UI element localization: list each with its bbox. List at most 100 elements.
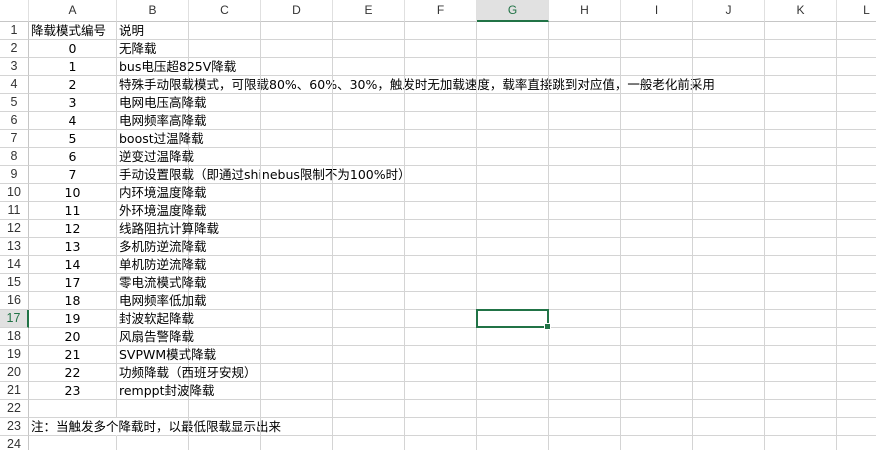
cell-e[interactable] xyxy=(333,238,405,256)
cell-b[interactable] xyxy=(117,400,189,418)
cell-k[interactable] xyxy=(765,184,837,202)
cell-h[interactable] xyxy=(549,400,621,418)
cell-j[interactable] xyxy=(693,202,765,220)
cell-g[interactable] xyxy=(477,256,549,274)
cell-c[interactable] xyxy=(189,184,261,202)
cell-a[interactable]: 20 xyxy=(29,328,117,346)
cell-i[interactable] xyxy=(621,382,693,400)
cell-a[interactable]: 17 xyxy=(29,274,117,292)
cell-l[interactable] xyxy=(837,256,876,274)
cell-b[interactable]: 内环境温度降载 xyxy=(117,184,207,202)
cell-d[interactable] xyxy=(261,22,333,40)
cell-h[interactable] xyxy=(549,436,621,450)
cell-g[interactable] xyxy=(477,220,549,238)
cell-b[interactable]: 多机防逆流降载 xyxy=(117,238,207,256)
cell-l[interactable] xyxy=(837,202,876,220)
cell-e[interactable] xyxy=(333,292,405,310)
cell-j[interactable] xyxy=(693,436,765,450)
cell-g[interactable] xyxy=(477,184,549,202)
row-header[interactable]: 10 xyxy=(0,184,29,202)
cell-k[interactable] xyxy=(765,364,837,382)
cell-l[interactable] xyxy=(837,238,876,256)
cell-b[interactable]: boost过温降载 xyxy=(117,130,204,148)
cell-b[interactable] xyxy=(117,418,189,436)
cell-k[interactable] xyxy=(765,58,837,76)
cell-k[interactable] xyxy=(765,274,837,292)
cell-d[interactable] xyxy=(261,94,333,112)
cell-i[interactable] xyxy=(621,76,693,94)
column-header-b[interactable]: B xyxy=(117,0,189,22)
cell-g[interactable] xyxy=(477,436,549,450)
cell-c[interactable] xyxy=(189,346,261,364)
cell-e[interactable] xyxy=(333,382,405,400)
cell-i[interactable] xyxy=(621,274,693,292)
cell-l[interactable] xyxy=(837,346,876,364)
cell-j[interactable] xyxy=(693,130,765,148)
row-header[interactable]: 24 xyxy=(0,436,29,450)
cell-i[interactable] xyxy=(621,148,693,166)
cell-c[interactable] xyxy=(189,166,261,184)
row-header[interactable]: 8 xyxy=(0,148,29,166)
cell-g[interactable] xyxy=(477,76,549,94)
cell-b[interactable]: 逆变过温降载 xyxy=(117,148,194,166)
cell-l[interactable] xyxy=(837,328,876,346)
row-header[interactable]: 12 xyxy=(0,220,29,238)
cell-h[interactable] xyxy=(549,184,621,202)
cell-a[interactable]: 4 xyxy=(29,112,117,130)
cell-a[interactable]: 11 xyxy=(29,202,117,220)
cell-j[interactable] xyxy=(693,400,765,418)
cell-a[interactable]: 21 xyxy=(29,346,117,364)
cell-b[interactable]: SVPWM模式降载 xyxy=(117,346,216,364)
select-all-corner[interactable] xyxy=(0,0,29,22)
cell-j[interactable] xyxy=(693,256,765,274)
cell-i[interactable] xyxy=(621,346,693,364)
cell-j[interactable] xyxy=(693,328,765,346)
cell-i[interactable] xyxy=(621,436,693,450)
cell-e[interactable] xyxy=(333,76,405,94)
cell-c[interactable] xyxy=(189,22,261,40)
cell-h[interactable] xyxy=(549,364,621,382)
cell-g[interactable] xyxy=(477,22,549,40)
cell-d[interactable] xyxy=(261,112,333,130)
cell-g[interactable] xyxy=(477,274,549,292)
cell-a[interactable]: 7 xyxy=(29,166,117,184)
column-header-a[interactable]: A xyxy=(29,0,117,22)
cell-d[interactable] xyxy=(261,418,333,436)
cell-c[interactable] xyxy=(189,148,261,166)
cell-l[interactable] xyxy=(837,40,876,58)
cell-l[interactable] xyxy=(837,364,876,382)
cell-f[interactable] xyxy=(405,292,477,310)
cell-c[interactable] xyxy=(189,94,261,112)
cell-k[interactable] xyxy=(765,40,837,58)
cell-f[interactable] xyxy=(405,400,477,418)
cell-k[interactable] xyxy=(765,436,837,450)
cell-f[interactable] xyxy=(405,130,477,148)
cell-e[interactable] xyxy=(333,220,405,238)
cell-c[interactable] xyxy=(189,76,261,94)
cell-d[interactable] xyxy=(261,148,333,166)
cell-d[interactable] xyxy=(261,292,333,310)
cell-k[interactable] xyxy=(765,220,837,238)
cell-j[interactable] xyxy=(693,382,765,400)
row-header[interactable]: 3 xyxy=(0,58,29,76)
cell-g[interactable] xyxy=(477,292,549,310)
cell-h[interactable] xyxy=(549,112,621,130)
cell-i[interactable] xyxy=(621,130,693,148)
row-header[interactable]: 5 xyxy=(0,94,29,112)
row-header[interactable]: 1 xyxy=(0,22,29,40)
cell-h[interactable] xyxy=(549,76,621,94)
cell-e[interactable] xyxy=(333,274,405,292)
cell-a[interactable] xyxy=(29,436,117,450)
cell-j[interactable] xyxy=(693,220,765,238)
column-header-c[interactable]: C xyxy=(189,0,261,22)
cell-l[interactable] xyxy=(837,76,876,94)
cell-f[interactable] xyxy=(405,112,477,130)
cell-a[interactable]: 3 xyxy=(29,94,117,112)
cell-i[interactable] xyxy=(621,112,693,130)
row-header[interactable]: 14 xyxy=(0,256,29,274)
cell-f[interactable] xyxy=(405,148,477,166)
cell-c[interactable] xyxy=(189,238,261,256)
cell-g[interactable] xyxy=(477,400,549,418)
cell-d[interactable] xyxy=(261,130,333,148)
cell-j[interactable] xyxy=(693,58,765,76)
